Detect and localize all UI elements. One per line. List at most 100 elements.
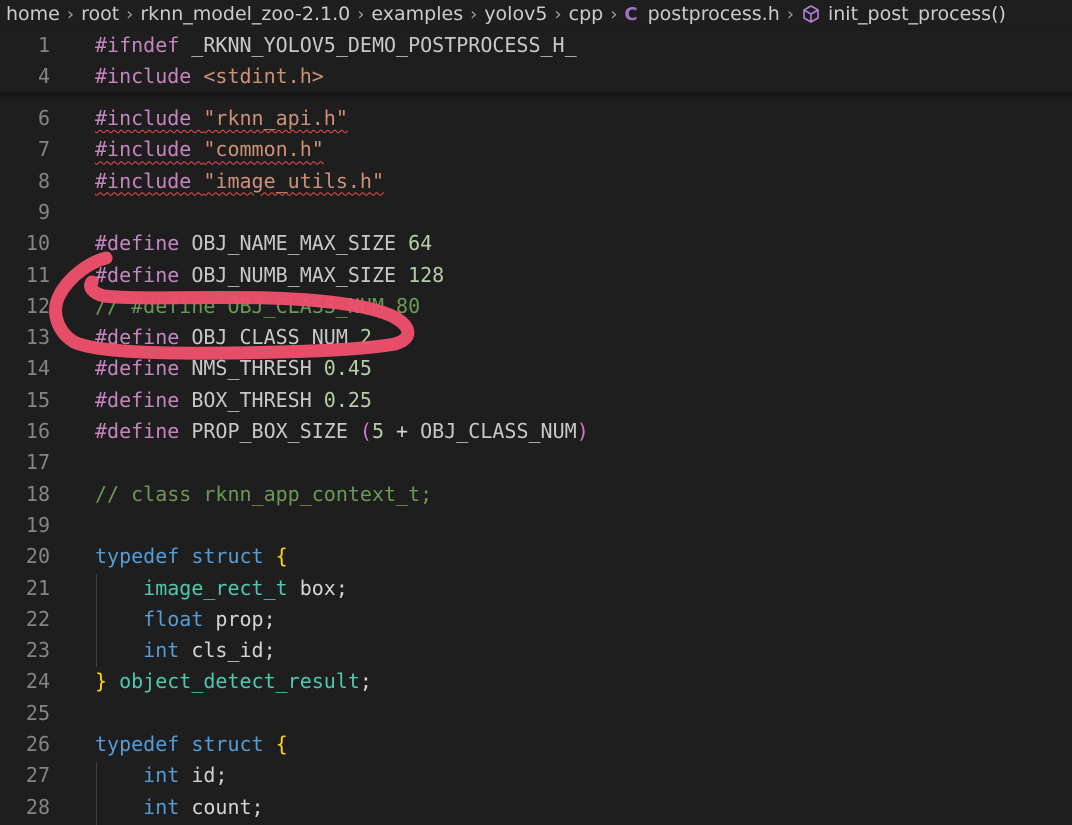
code-line[interactable]: 1 #ifndef _RKNN_YOLOV5_DEMO_POSTPROCESS_H… [0,30,1072,61]
code-token: 128 [408,262,445,287]
breadcrumb-item-yolov5[interactable]: yolov5 [484,3,547,25]
code-token: #include [95,64,204,88]
code-line[interactable]: 14 #define NMS_THRESH 0.45 [0,353,1072,384]
code-token: #ifndef [95,33,192,57]
code-line[interactable]: 11 #define OBJ_NUMB_MAX_SIZE 128 [0,260,1072,291]
code-line[interactable]: 28 int count; [0,792,1072,823]
code-line[interactable]: 27 int id; [0,760,1072,791]
code-token: 2 [359,325,372,350]
code-line[interactable]: 18 // class rknn_app_context_t; [0,479,1072,510]
code-line[interactable]: 23 int cls_id; [0,635,1072,666]
breadcrumb-file[interactable]: postprocess.h [648,3,780,25]
chevron-right-icon: › [126,3,134,25]
code-line[interactable]: 24} object_detect_result; [0,666,1072,697]
code-token: "rknn_api.h" [203,106,348,130]
line-number: 27 [25,763,50,788]
line-number: 6 [37,106,50,130]
code-line[interactable]: 10 #define OBJ_NAME_MAX_SIZE 64 [0,228,1072,259]
line-number: 17 [25,450,50,475]
breadcrumb-item-home[interactable]: home [6,3,60,25]
code-line[interactable]: 26 typedef struct { [0,729,1072,760]
line-text: #include <stdint.h> [95,61,324,92]
line-text: typedef struct { [95,541,288,572]
code-token: ( [359,419,372,443]
line-number: 26 [25,732,50,756]
code-line[interactable]: 25 [0,698,1072,729]
code-line[interactable]: 22 float prop; [0,604,1072,635]
breadcrumb-symbol[interactable]: init_post_process() [828,3,1006,25]
line-number: 22 [25,606,50,631]
method-cube-icon [803,5,819,23]
code-token: #define [95,356,192,381]
code-token: #define [95,325,192,350]
code-line[interactable]: 19 [0,510,1072,541]
code-token: OBJ_NAME_MAX_SIZE [191,231,397,256]
code-token: } [95,669,108,694]
code-line[interactable]: 12 // #define OBJ_CLASS_NUM 80 [0,291,1072,322]
breadcrumb: home › root › rknn_model_zoo-2.1.0 › exa… [0,0,1072,28]
code-token: #define [95,231,192,256]
code-line[interactable]: 13 #define OBJ_CLASS_NUM 2 [0,322,1072,353]
line-number: 9 [37,199,50,224]
code-token: typedef [95,544,180,569]
code-token: // #define OBJ_CLASS_NUM 80 [95,293,421,318]
line-number: 25 [25,700,50,725]
line-number: 1 [37,33,50,57]
breadcrumb-item-cpp[interactable]: cpp [569,3,604,25]
code-line[interactable]: 16 #define PROP_BOX_SIZE (5 + OBJ_CLASS_N… [0,416,1072,447]
chevron-right-icon: › [470,3,478,25]
sticky-scroll-header[interactable]: 1 #ifndef _RKNN_YOLOV5_DEMO_POSTPROCESS_H… [0,30,1072,92]
code-line[interactable]: 17 [0,447,1072,478]
code-line[interactable]: 4 #include <stdint.h> [0,61,1072,92]
code-line[interactable]: 6 #include "rknn_api.h" [0,103,1072,134]
code-token: ; [359,669,372,694]
code-line[interactable]: 9 [0,197,1072,228]
line-text: // #define OBJ_CLASS_NUM 80 [95,291,420,322]
code-token: #define [95,262,192,287]
line-text: int id; [95,760,227,791]
code-token: id; [179,763,228,788]
chevron-right-icon: › [357,3,365,25]
code-token: struct [191,732,264,756]
chevron-right-icon: › [66,3,75,25]
line-text: float prop; [95,604,275,635]
line-number: 10 [25,231,50,256]
code-line[interactable]: 15 #define BOX_THRESH 0.25 [0,385,1072,416]
code-line[interactable]: 7 #include "common.h" [0,134,1072,165]
code-token: #include [95,168,204,193]
code-token: typedef [95,732,180,756]
code-token: #include [95,106,204,130]
line-number: 21 [25,575,50,600]
code-token: BOX_THRESH [191,387,312,412]
breadcrumb-item-examples[interactable]: examples [371,3,463,25]
code-line[interactable]: 21 image_rect_t box; [0,573,1072,604]
line-text: int cls_id; [95,635,275,666]
line-number: 18 [25,481,50,506]
line-number: 20 [25,544,50,569]
code-line[interactable]: 8 #include "image_utils.h" [0,166,1072,197]
line-number: 28 [25,794,50,819]
line-text: #define NMS_THRESH 0.45 [95,353,372,384]
code-line[interactable]: 20 typedef struct { [0,541,1072,572]
code-token: _RKNN_YOLOV5_DEMO_POSTPROCESS_H_ [191,33,577,57]
breadcrumb-item-root[interactable]: root [81,3,119,25]
line-text: int count; [95,792,263,823]
code-token: 0.45 [323,356,372,381]
code-token: { [275,732,288,756]
line-number: 12 [25,293,50,318]
line-text: #define OBJ_CLASS_NUM 2 [95,322,372,353]
line-text: #define BOX_THRESH 0.25 [95,385,372,416]
line-number: 23 [25,638,50,663]
code-token: 5 [371,419,385,443]
line-number: 4 [37,64,50,88]
line-text: } object_detect_result; [95,666,372,697]
breadcrumb-item-model-zoo[interactable]: rknn_model_zoo-2.1.0 [140,3,350,25]
line-text: #include "image_utils.h" [95,166,384,197]
